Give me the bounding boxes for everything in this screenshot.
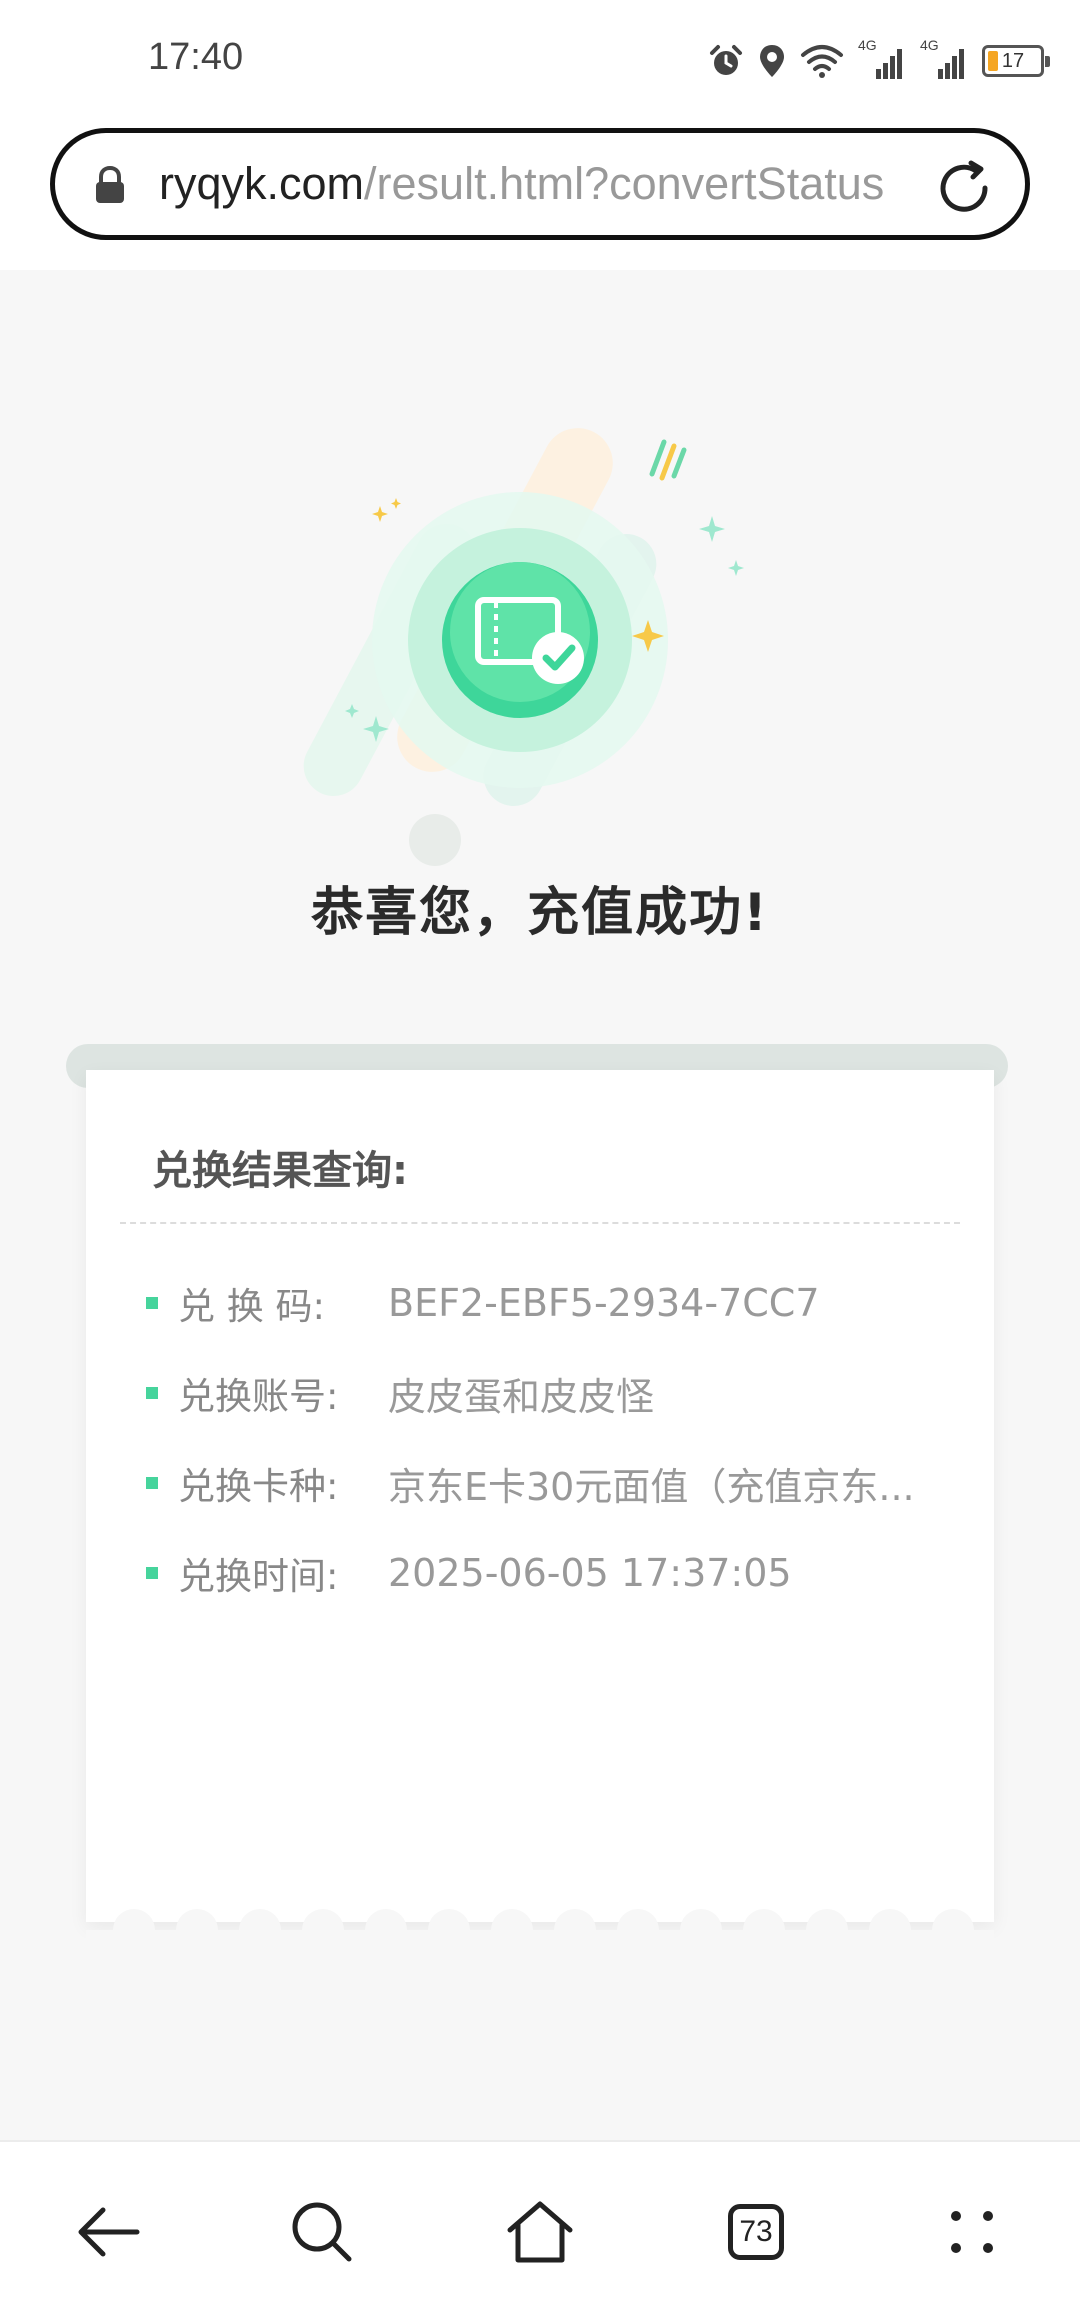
info-label: 兑换账号: <box>178 1375 339 1418</box>
url-text[interactable]: ryqyk.com/result.html?convertStatus <box>159 158 941 210</box>
card-title: 兑换结果查询: <box>152 1148 408 1194</box>
card-divider <box>120 1222 960 1224</box>
url-domain: ryqyk.com <box>159 158 365 209</box>
home-button[interactable] <box>500 2192 580 2272</box>
signal-icon: 4G <box>858 37 906 81</box>
search-button[interactable] <box>282 2192 362 2272</box>
info-row-card-type: 兑换卡种: 京东E卡30元面值（充值京东... <box>146 1438 976 1528</box>
battery-level: 17 <box>1001 49 1025 72</box>
info-row-account: 兑换账号: 皮皮蛋和皮皮怪 <box>146 1348 976 1438</box>
info-row-code: 兑 换 码: BEF2-EBF5-2934-7CC7 <box>146 1258 976 1348</box>
signal-icon-2: 4G <box>920 37 968 81</box>
lock-icon <box>96 165 124 203</box>
status-time: 17:40 <box>148 36 244 78</box>
back-button[interactable] <box>68 2192 148 2272</box>
info-row-time: 兑换时间: 2025-06-05 17:37:05 <box>146 1528 976 1618</box>
url-path: /result.html?convertStatus <box>364 158 885 209</box>
back-arrow-icon <box>78 2207 140 2257</box>
info-value: 京东E卡30元面值（充值京东... <box>388 1464 915 1509</box>
info-list: 兑 换 码: BEF2-EBF5-2934-7CC7 兑换账号: 皮皮蛋和皮皮怪… <box>146 1258 976 1618</box>
status-bar: 17:40 4G 4G 17 <box>0 0 1080 125</box>
info-label: 兑换时间: <box>178 1555 339 1598</box>
bullet <box>146 1297 158 1309</box>
menu-button[interactable] <box>932 2192 1012 2272</box>
bullet <box>146 1387 158 1399</box>
browser-toolbar: ryqyk.com/result.html?convertStatus <box>0 125 1080 270</box>
location-icon <box>760 45 784 77</box>
wifi-icon <box>801 45 843 78</box>
browser-bottom-nav: 73 <box>0 2140 1080 2310</box>
battery-icon: 17 <box>982 45 1050 77</box>
bullet <box>146 1567 158 1579</box>
status-icons: 4G 4G 17 <box>708 37 1050 84</box>
info-value: BEF2-EBF5-2934-7CC7 <box>388 1281 820 1325</box>
tab-count-icon: 73 <box>728 2204 784 2260</box>
home-icon <box>507 2201 573 2263</box>
info-label: 兑 换 码: <box>178 1285 325 1328</box>
success-illustration <box>303 428 744 866</box>
alarm-icon <box>710 45 742 75</box>
info-label: 兑换卡种: <box>178 1465 339 1508</box>
search-icon <box>292 2202 352 2262</box>
address-bar[interactable]: ryqyk.com/result.html?convertStatus <box>50 128 1030 240</box>
card-scallop-edge <box>86 1909 994 1944</box>
page-content: 恭喜您，充值成功! 兑换结果查询: 兑 换 码: BEF2-EBF5-2934-… <box>0 270 1080 2140</box>
info-value: 皮皮蛋和皮皮怪 <box>388 1374 655 1419</box>
success-title: 恭喜您，充值成功! <box>311 883 769 943</box>
menu-dots-icon <box>951 2211 993 2253</box>
bullet <box>146 1477 158 1489</box>
reload-icon[interactable] <box>931 155 997 221</box>
info-value: 2025-06-05 17:37:05 <box>388 1551 792 1595</box>
result-card: 兑换结果查询: 兑 换 码: BEF2-EBF5-2934-7CC7 兑换账号:… <box>86 1070 994 1944</box>
tabs-button[interactable]: 73 <box>716 2192 796 2272</box>
